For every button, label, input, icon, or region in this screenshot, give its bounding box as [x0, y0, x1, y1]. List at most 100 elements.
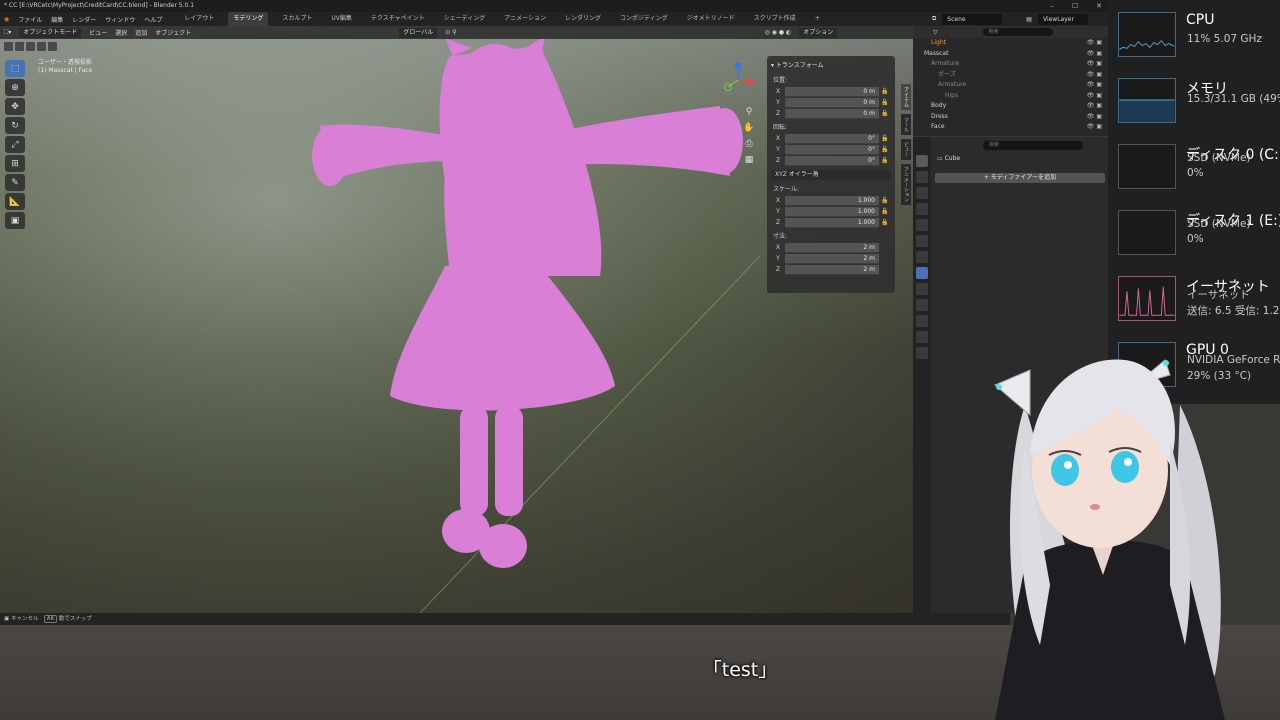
maximize-button[interactable]: ☐ [1072, 0, 1078, 12]
transform-icon[interactable]: ⊞ [5, 155, 25, 172]
perf-cpu[interactable]: CPU 11% 5.07 GHz [1108, 0, 1280, 66]
object-tab-icon[interactable] [916, 251, 928, 263]
tab-animation-side[interactable]: アニメーション [901, 164, 911, 205]
pan-hand-icon[interactable]: ✋ [741, 120, 757, 136]
menu-edit[interactable]: 編集 [51, 15, 63, 24]
view-layer-field[interactable]: ViewLayer [1037, 13, 1088, 25]
editor-type-icon[interactable]: ⛶▾ [4, 29, 11, 37]
tab-item[interactable]: アイテム [901, 84, 911, 110]
tab-modeling[interactable]: モデリング [228, 12, 269, 26]
menu-view[interactable]: ビュー [89, 28, 107, 37]
visibility-icon[interactable]: 👁 ▣ [1087, 112, 1102, 123]
outliner-row[interactable]: Hips 👁 ▣ [913, 91, 1108, 102]
close-button[interactable]: ✕ [1096, 0, 1102, 12]
outliner-search[interactable]: 検索 [982, 28, 1053, 36]
outliner-row[interactable]: Face 👁 ▣ [913, 122, 1108, 133]
select-box-icon[interactable]: ⬚ [5, 60, 25, 77]
outliner-row[interactable]: Masscat 👁 ▣ [913, 49, 1108, 60]
perspective-grid-icon[interactable]: ▦ [741, 152, 757, 168]
outliner-row[interactable]: Body 👁 ▣ [913, 101, 1108, 112]
tab-compositing[interactable]: コンポジティング [615, 12, 673, 26]
scene-field[interactable]: Scene [942, 13, 1003, 25]
location-y[interactable]: Y0 m 🔓 [771, 97, 891, 108]
view-layer-tab-icon[interactable] [916, 203, 928, 215]
minimize-button[interactable]: – [1050, 0, 1054, 12]
annotate-icon[interactable]: ✎ [5, 174, 25, 191]
move-icon[interactable]: ✥ [5, 98, 25, 115]
constraints-tab-icon[interactable] [916, 315, 928, 327]
tab-sculpt[interactable]: スカルプト [277, 12, 317, 26]
menu-add[interactable]: 追加 [135, 28, 147, 37]
outliner-row[interactable]: Dress 👁 ▣ [913, 112, 1108, 123]
orientation-dropdown[interactable]: グローバル [399, 27, 438, 38]
dimension-z[interactable]: Z2 m [771, 264, 891, 275]
outliner-row[interactable]: ポーズ 👁 ▣ [913, 70, 1108, 81]
tab-uv[interactable]: UV編集 [326, 12, 357, 26]
menu-window[interactable]: ウィンドウ [105, 15, 135, 24]
camera-icon[interactable]: ⎙ [741, 136, 757, 152]
measure-icon[interactable]: 📐 [5, 193, 25, 210]
scale-z[interactable]: Z 1.000 🔓 [771, 217, 891, 228]
properties-search[interactable]: 検索 [983, 140, 1083, 150]
data-tab-icon[interactable] [916, 331, 928, 343]
tab-animation[interactable]: アニメーション [499, 12, 551, 26]
snap-icon[interactable]: ⊙ ⚲ [445, 29, 456, 36]
filter-icon[interactable]: ▽ [933, 29, 938, 36]
visibility-icon[interactable]: 👁 ▣ [1087, 59, 1102, 70]
zoom-icon[interactable]: ⚲ [741, 104, 757, 120]
tab-view[interactable]: ビュー [901, 139, 911, 160]
perf-memory[interactable]: メモリ 15.3/31.1 GB (49%) [1108, 66, 1280, 132]
cursor-icon[interactable]: ⊕ [5, 79, 25, 96]
dimension-x[interactable]: X2 m [771, 242, 891, 253]
rotation-z[interactable]: Z 0° 🔓 [771, 155, 891, 166]
menu-file[interactable]: ファイル [18, 15, 42, 24]
menu-help[interactable]: ヘルプ [144, 15, 162, 24]
outliner-row[interactable]: Armature 👁 ▣ [913, 59, 1108, 70]
scale-x[interactable]: X 1.000 🔓 [771, 195, 891, 206]
dimension-y[interactable]: Y2 m [771, 253, 891, 264]
rotation-mode-dropdown[interactable]: XYZ オイラー角 [771, 170, 891, 180]
tab-tool[interactable]: ツール [901, 114, 911, 135]
blender-logo-icon[interactable]: ◉ [4, 16, 9, 23]
tab-geometry-nodes[interactable]: ジオメトリノード [682, 12, 740, 26]
outliner-row[interactable]: Armature 👁 ▣ [913, 80, 1108, 91]
material-tab-icon[interactable] [916, 347, 928, 359]
add-workspace-button[interactable]: + [810, 12, 825, 26]
add-modifier-button[interactable]: + モディファイアーを追加 [935, 173, 1105, 183]
visibility-icon[interactable]: 👁 ▣ [1087, 101, 1102, 112]
visibility-icon[interactable]: 👁 ▣ [1087, 70, 1102, 81]
3d-viewport[interactable]: ⛶▾ オブジェクトモード ビュー 選択 追加 オブジェクト グローバル ⊙ ⚲ … [0, 26, 913, 613]
rotation-x[interactable]: X 0° 🔓 [771, 133, 891, 144]
menu-select[interactable]: 選択 [115, 28, 127, 37]
tab-scripting[interactable]: スクリプト作成 [749, 12, 801, 26]
modifier-tab-icon[interactable] [916, 267, 928, 279]
menu-render[interactable]: レンダー [72, 15, 96, 24]
output-tab-icon[interactable] [916, 187, 928, 199]
render-tab-icon[interactable] [916, 171, 928, 183]
tool-tab-icon[interactable] [916, 155, 928, 167]
tab-texture-paint[interactable]: テクスチャペイント [366, 12, 430, 26]
menu-object[interactable]: オブジェクト [155, 28, 191, 37]
perf-disk-0[interactable]: ディスク 0 (C:) SSD (NVMe) 0% [1108, 132, 1280, 198]
scale-icon[interactable]: ⤢ [5, 136, 25, 153]
scene-tab-icon[interactable] [916, 219, 928, 231]
tab-layout[interactable]: レイアウト [179, 12, 219, 26]
visibility-icon[interactable]: 👁 ▣ [1087, 38, 1102, 49]
visibility-icon[interactable]: 👁 ▣ [1087, 49, 1102, 60]
visibility-icon[interactable]: 👁 ▣ [1087, 122, 1102, 133]
options-button[interactable]: オプション [799, 27, 838, 38]
rotate-icon[interactable]: ↻ [5, 117, 25, 134]
rotation-y[interactable]: Y 0° 🔓 [771, 144, 891, 155]
visibility-icon[interactable]: 👁 ▣ [1087, 80, 1102, 91]
axis-gizmo[interactable] [718, 60, 758, 100]
selection-mode-icons[interactable] [4, 42, 57, 51]
add-cube-icon[interactable]: ▣ [5, 212, 25, 229]
scale-y[interactable]: Y 1.000 🔓 [771, 206, 891, 217]
perf-ethernet[interactable]: イーサネット イーサネット 送信: 6.5 受信: 1.2 [1108, 264, 1280, 330]
outliner-row[interactable]: Light 👁 ▣ [913, 38, 1108, 49]
visibility-icon[interactable]: 👁 ▣ [1087, 91, 1102, 102]
world-tab-icon[interactable] [916, 235, 928, 247]
tab-rendering[interactable]: レンダリング [560, 12, 606, 26]
location-x[interactable]: X0 m 🔓 [771, 86, 891, 97]
particles-tab-icon[interactable] [916, 283, 928, 295]
